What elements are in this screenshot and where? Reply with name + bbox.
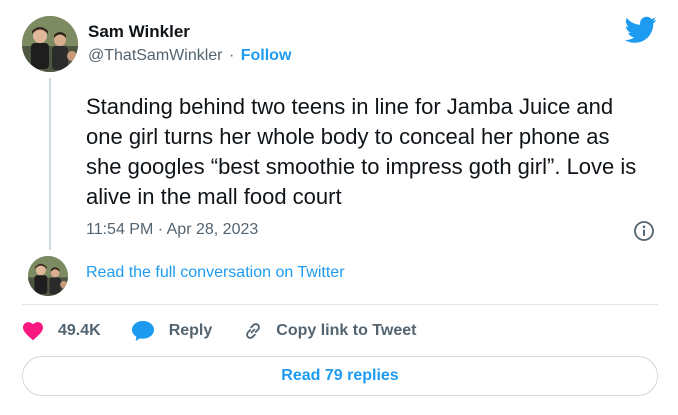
tweet-actions: 49.4K Reply Copy link to Tweet xyxy=(22,318,416,344)
twitter-bird-icon[interactable] xyxy=(624,16,657,44)
reply-button[interactable]: Reply xyxy=(131,320,213,342)
thread-line xyxy=(49,78,51,250)
copy-link-button[interactable]: Copy link to Tweet xyxy=(242,320,416,342)
heart-icon xyxy=(23,322,43,341)
author-handle-row: @ThatSamWinkler · Follow xyxy=(88,47,291,65)
follow-button[interactable]: Follow xyxy=(241,47,292,64)
author-handle[interactable]: @ThatSamWinkler xyxy=(88,47,223,64)
avatar-photo xyxy=(28,256,68,296)
like-count: 49.4K xyxy=(58,322,101,339)
embedded-tweet-card: Sam Winkler @ThatSamWinkler · Follow Sta… xyxy=(0,0,678,415)
author-name[interactable]: Sam Winkler xyxy=(88,22,190,42)
info-icon[interactable] xyxy=(633,220,655,242)
speech-bubble-icon xyxy=(131,321,154,341)
author-avatar[interactable] xyxy=(22,16,78,72)
read-full-conversation-link[interactable]: Read the full conversation on Twitter xyxy=(86,264,345,282)
reply-label: Reply xyxy=(168,322,213,339)
avatar-photo xyxy=(22,16,78,72)
tweet-timestamp[interactable]: 11:54 PM · Apr 28, 2023 xyxy=(86,221,258,239)
conversation-avatar[interactable] xyxy=(28,256,68,296)
separator-dot: · xyxy=(228,47,235,64)
divider xyxy=(22,304,658,305)
tweet-text: Standing behind two teens in line for Ja… xyxy=(86,94,637,209)
read-replies-button[interactable]: Read 79 replies xyxy=(22,356,658,396)
like-button[interactable]: 49.4K xyxy=(22,321,101,341)
copy-link-label: Copy link to Tweet xyxy=(276,322,417,339)
link-icon xyxy=(246,323,261,339)
